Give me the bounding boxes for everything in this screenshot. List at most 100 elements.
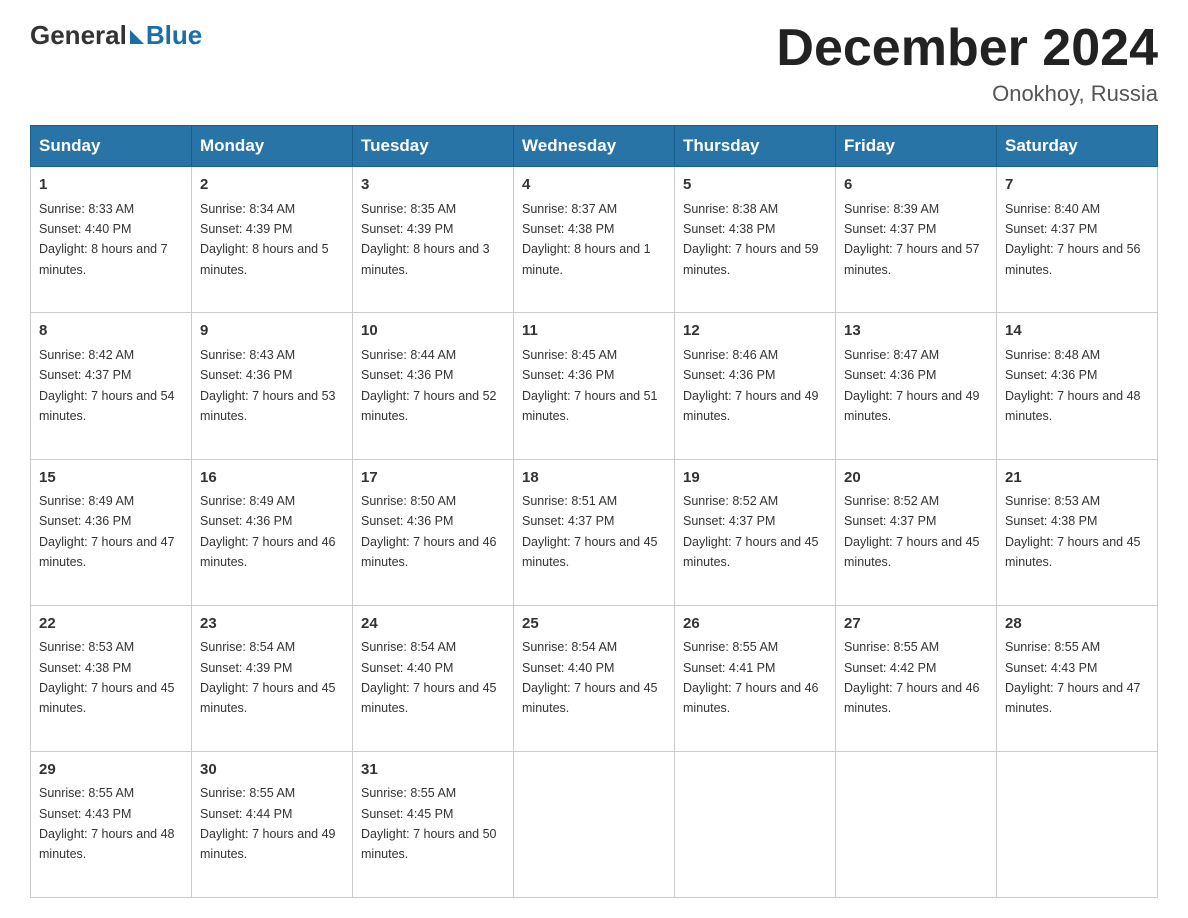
day-info: Sunrise: 8:49 AMSunset: 4:36 PMDaylight:… bbox=[39, 494, 175, 569]
day-info: Sunrise: 8:52 AMSunset: 4:37 PMDaylight:… bbox=[844, 494, 980, 569]
calendar-cell: 11 Sunrise: 8:45 AMSunset: 4:36 PMDaylig… bbox=[514, 313, 675, 459]
calendar-cell: 1 Sunrise: 8:33 AMSunset: 4:40 PMDayligh… bbox=[31, 167, 192, 313]
location: Onokhoy, Russia bbox=[776, 81, 1158, 107]
day-number: 10 bbox=[361, 320, 505, 343]
calendar-table: Sunday Monday Tuesday Wednesday Thursday… bbox=[30, 125, 1158, 898]
day-info: Sunrise: 8:42 AMSunset: 4:37 PMDaylight:… bbox=[39, 348, 175, 423]
calendar-cell bbox=[514, 751, 675, 897]
calendar-cell: 29 Sunrise: 8:55 AMSunset: 4:43 PMDaylig… bbox=[31, 751, 192, 897]
day-info: Sunrise: 8:51 AMSunset: 4:37 PMDaylight:… bbox=[522, 494, 658, 569]
day-number: 30 bbox=[200, 759, 344, 782]
calendar-cell: 25 Sunrise: 8:54 AMSunset: 4:40 PMDaylig… bbox=[514, 605, 675, 751]
logo-general-text: General bbox=[30, 20, 127, 51]
day-number: 11 bbox=[522, 320, 666, 343]
day-number: 3 bbox=[361, 174, 505, 197]
day-number: 21 bbox=[1005, 467, 1149, 490]
calendar-cell: 21 Sunrise: 8:53 AMSunset: 4:38 PMDaylig… bbox=[997, 459, 1158, 605]
calendar-cell: 5 Sunrise: 8:38 AMSunset: 4:38 PMDayligh… bbox=[675, 167, 836, 313]
calendar-cell: 14 Sunrise: 8:48 AMSunset: 4:36 PMDaylig… bbox=[997, 313, 1158, 459]
col-tuesday: Tuesday bbox=[353, 126, 514, 167]
day-number: 20 bbox=[844, 467, 988, 490]
day-info: Sunrise: 8:54 AMSunset: 4:40 PMDaylight:… bbox=[522, 640, 658, 715]
week-row-3: 15 Sunrise: 8:49 AMSunset: 4:36 PMDaylig… bbox=[31, 459, 1158, 605]
day-number: 29 bbox=[39, 759, 183, 782]
calendar-cell: 26 Sunrise: 8:55 AMSunset: 4:41 PMDaylig… bbox=[675, 605, 836, 751]
day-info: Sunrise: 8:40 AMSunset: 4:37 PMDaylight:… bbox=[1005, 202, 1141, 277]
day-number: 8 bbox=[39, 320, 183, 343]
day-number: 28 bbox=[1005, 613, 1149, 636]
day-info: Sunrise: 8:53 AMSunset: 4:38 PMDaylight:… bbox=[1005, 494, 1141, 569]
day-info: Sunrise: 8:46 AMSunset: 4:36 PMDaylight:… bbox=[683, 348, 819, 423]
day-number: 19 bbox=[683, 467, 827, 490]
day-info: Sunrise: 8:34 AMSunset: 4:39 PMDaylight:… bbox=[200, 202, 329, 277]
week-row-5: 29 Sunrise: 8:55 AMSunset: 4:43 PMDaylig… bbox=[31, 751, 1158, 897]
day-number: 13 bbox=[844, 320, 988, 343]
calendar-cell: 16 Sunrise: 8:49 AMSunset: 4:36 PMDaylig… bbox=[192, 459, 353, 605]
day-number: 26 bbox=[683, 613, 827, 636]
calendar-cell: 3 Sunrise: 8:35 AMSunset: 4:39 PMDayligh… bbox=[353, 167, 514, 313]
calendar-cell: 9 Sunrise: 8:43 AMSunset: 4:36 PMDayligh… bbox=[192, 313, 353, 459]
week-row-4: 22 Sunrise: 8:53 AMSunset: 4:38 PMDaylig… bbox=[31, 605, 1158, 751]
col-thursday: Thursday bbox=[675, 126, 836, 167]
calendar-cell: 10 Sunrise: 8:44 AMSunset: 4:36 PMDaylig… bbox=[353, 313, 514, 459]
day-number: 2 bbox=[200, 174, 344, 197]
day-info: Sunrise: 8:54 AMSunset: 4:40 PMDaylight:… bbox=[361, 640, 497, 715]
col-wednesday: Wednesday bbox=[514, 126, 675, 167]
day-info: Sunrise: 8:38 AMSunset: 4:38 PMDaylight:… bbox=[683, 202, 819, 277]
calendar-cell: 23 Sunrise: 8:54 AMSunset: 4:39 PMDaylig… bbox=[192, 605, 353, 751]
title-section: December 2024 Onokhoy, Russia bbox=[776, 20, 1158, 107]
day-info: Sunrise: 8:45 AMSunset: 4:36 PMDaylight:… bbox=[522, 348, 658, 423]
month-title: December 2024 bbox=[776, 20, 1158, 77]
calendar-cell: 20 Sunrise: 8:52 AMSunset: 4:37 PMDaylig… bbox=[836, 459, 997, 605]
day-number: 5 bbox=[683, 174, 827, 197]
day-number: 25 bbox=[522, 613, 666, 636]
day-number: 9 bbox=[200, 320, 344, 343]
day-number: 24 bbox=[361, 613, 505, 636]
day-number: 23 bbox=[200, 613, 344, 636]
day-info: Sunrise: 8:49 AMSunset: 4:36 PMDaylight:… bbox=[200, 494, 336, 569]
calendar-cell: 31 Sunrise: 8:55 AMSunset: 4:45 PMDaylig… bbox=[353, 751, 514, 897]
day-number: 7 bbox=[1005, 174, 1149, 197]
day-info: Sunrise: 8:44 AMSunset: 4:36 PMDaylight:… bbox=[361, 348, 497, 423]
day-info: Sunrise: 8:37 AMSunset: 4:38 PMDaylight:… bbox=[522, 202, 651, 277]
week-row-2: 8 Sunrise: 8:42 AMSunset: 4:37 PMDayligh… bbox=[31, 313, 1158, 459]
week-row-1: 1 Sunrise: 8:33 AMSunset: 4:40 PMDayligh… bbox=[31, 167, 1158, 313]
calendar-cell: 6 Sunrise: 8:39 AMSunset: 4:37 PMDayligh… bbox=[836, 167, 997, 313]
day-number: 6 bbox=[844, 174, 988, 197]
col-monday: Monday bbox=[192, 126, 353, 167]
day-number: 12 bbox=[683, 320, 827, 343]
day-number: 31 bbox=[361, 759, 505, 782]
calendar-cell: 2 Sunrise: 8:34 AMSunset: 4:39 PMDayligh… bbox=[192, 167, 353, 313]
calendar-cell: 19 Sunrise: 8:52 AMSunset: 4:37 PMDaylig… bbox=[675, 459, 836, 605]
calendar-cell: 13 Sunrise: 8:47 AMSunset: 4:36 PMDaylig… bbox=[836, 313, 997, 459]
calendar-cell: 4 Sunrise: 8:37 AMSunset: 4:38 PMDayligh… bbox=[514, 167, 675, 313]
day-info: Sunrise: 8:33 AMSunset: 4:40 PMDaylight:… bbox=[39, 202, 168, 277]
day-number: 16 bbox=[200, 467, 344, 490]
day-info: Sunrise: 8:43 AMSunset: 4:36 PMDaylight:… bbox=[200, 348, 336, 423]
calendar-cell: 12 Sunrise: 8:46 AMSunset: 4:36 PMDaylig… bbox=[675, 313, 836, 459]
calendar-cell: 18 Sunrise: 8:51 AMSunset: 4:37 PMDaylig… bbox=[514, 459, 675, 605]
col-friday: Friday bbox=[836, 126, 997, 167]
day-info: Sunrise: 8:55 AMSunset: 4:43 PMDaylight:… bbox=[1005, 640, 1141, 715]
day-number: 15 bbox=[39, 467, 183, 490]
day-info: Sunrise: 8:55 AMSunset: 4:45 PMDaylight:… bbox=[361, 786, 497, 861]
calendar-cell bbox=[836, 751, 997, 897]
calendar-cell: 8 Sunrise: 8:42 AMSunset: 4:37 PMDayligh… bbox=[31, 313, 192, 459]
day-info: Sunrise: 8:50 AMSunset: 4:36 PMDaylight:… bbox=[361, 494, 497, 569]
day-number: 22 bbox=[39, 613, 183, 636]
day-info: Sunrise: 8:35 AMSunset: 4:39 PMDaylight:… bbox=[361, 202, 490, 277]
day-info: Sunrise: 8:39 AMSunset: 4:37 PMDaylight:… bbox=[844, 202, 980, 277]
day-number: 27 bbox=[844, 613, 988, 636]
logo: General Blue bbox=[30, 20, 202, 51]
day-info: Sunrise: 8:53 AMSunset: 4:38 PMDaylight:… bbox=[39, 640, 175, 715]
logo-arrow-icon bbox=[130, 30, 144, 44]
calendar-cell: 17 Sunrise: 8:50 AMSunset: 4:36 PMDaylig… bbox=[353, 459, 514, 605]
calendar-cell: 15 Sunrise: 8:49 AMSunset: 4:36 PMDaylig… bbox=[31, 459, 192, 605]
day-info: Sunrise: 8:48 AMSunset: 4:36 PMDaylight:… bbox=[1005, 348, 1141, 423]
calendar-cell: 27 Sunrise: 8:55 AMSunset: 4:42 PMDaylig… bbox=[836, 605, 997, 751]
day-info: Sunrise: 8:55 AMSunset: 4:42 PMDaylight:… bbox=[844, 640, 980, 715]
day-number: 17 bbox=[361, 467, 505, 490]
calendar-cell bbox=[675, 751, 836, 897]
day-number: 1 bbox=[39, 174, 183, 197]
col-sunday: Sunday bbox=[31, 126, 192, 167]
